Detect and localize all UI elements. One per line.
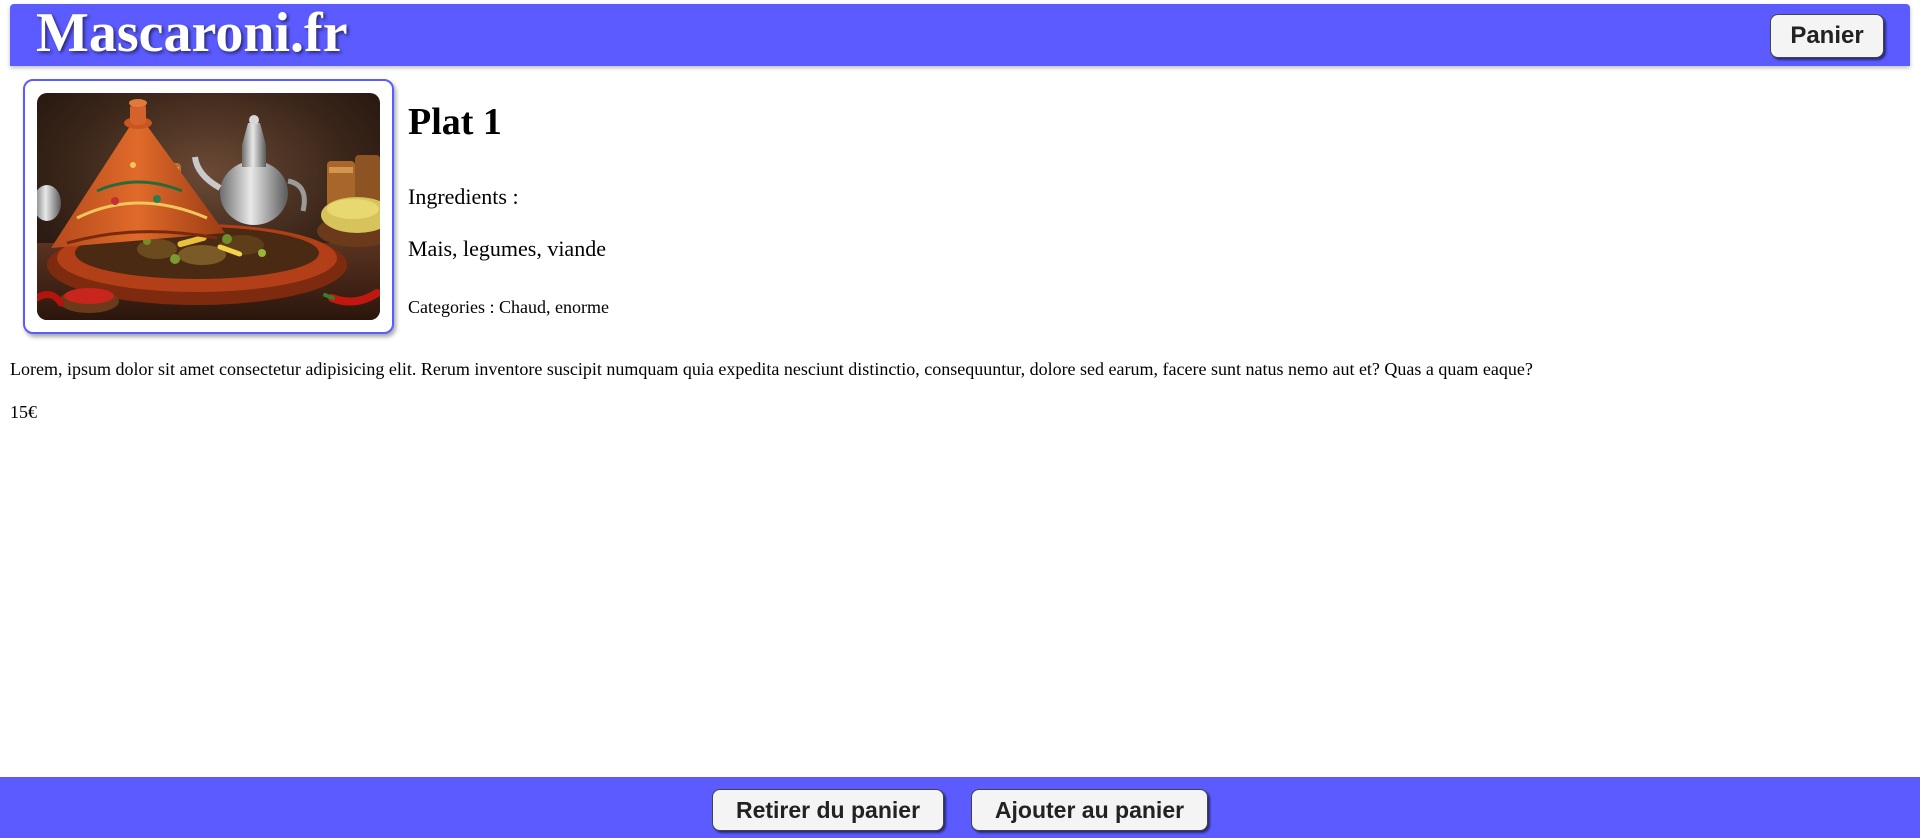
product-title: Plat 1: [408, 101, 502, 143]
product-image: [37, 93, 380, 320]
product-image-card: [23, 79, 394, 334]
ingredients-label: Ingredients :: [408, 184, 519, 209]
cart-button[interactable]: Panier: [1770, 14, 1884, 58]
tajine-photo: [37, 93, 380, 320]
product-description: Lorem, ipsum dolor sit amet consectetur …: [10, 359, 1533, 379]
product-categories: Categories : Chaud, enorme: [408, 297, 609, 317]
product-price: 15€: [10, 402, 37, 422]
site-header: Mascaroni.fr Panier: [10, 2, 1910, 66]
remove-from-cart-button[interactable]: Retirer du panier: [712, 789, 944, 831]
ingredients-list: Mais, legumes, viande: [408, 236, 606, 261]
action-footer: Retirer du panier Ajouter au panier: [0, 777, 1920, 838]
site-logo[interactable]: Mascaroni.fr: [36, 0, 348, 66]
add-to-cart-button[interactable]: Ajouter au panier: [971, 789, 1208, 831]
